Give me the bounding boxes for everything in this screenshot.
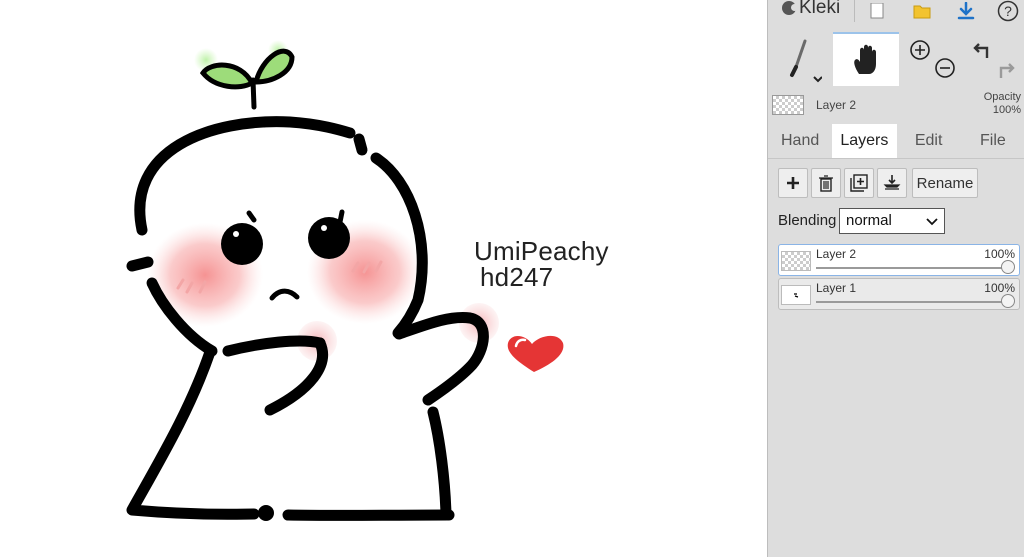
layer-opacity-slider-handle[interactable] <box>1001 294 1015 308</box>
layer-name: Layer 1 <box>816 281 857 295</box>
opacity-value: 100% <box>992 104 1021 116</box>
delete-layer-button[interactable] <box>811 168 841 198</box>
tool-row <box>768 32 1024 86</box>
drawn-text-line-2: hd247 <box>480 262 554 292</box>
merge-down-icon <box>883 175 901 190</box>
current-layer-name: Layer 2 <box>816 98 857 112</box>
zoom-out-icon <box>935 58 955 78</box>
layer-thumbnail <box>781 251 811 271</box>
layer-opacity-slider[interactable] <box>816 267 1009 269</box>
chevron-down-icon <box>926 213 938 237</box>
help-glyph: ? <box>1004 3 1012 19</box>
app-name: Kleki <box>799 0 841 18</box>
app-logo[interactable]: Kleki <box>782 0 840 19</box>
help-icon[interactable]: ? <box>994 0 1022 22</box>
layers-panel: Rename Blending normal Layer 2 100% Laye… <box>768 158 1024 557</box>
brush-tool[interactable] <box>768 32 832 86</box>
new-document-icon[interactable] <box>864 0 890 22</box>
tab-layers[interactable]: Layers <box>832 124 897 158</box>
undo-icon <box>973 43 989 58</box>
kleki-app: UmiPeachy hd247 Kleki ? Layer 2 Opacity … <box>0 0 1024 557</box>
blending-mode-value: normal <box>846 212 892 229</box>
tab-hand[interactable]: Hand <box>768 124 832 158</box>
heart <box>507 335 564 372</box>
drawing-artwork <box>126 40 564 521</box>
download-icon[interactable] <box>952 0 980 22</box>
layer-name: Layer 2 <box>816 247 857 261</box>
duplicate-icon <box>850 174 868 192</box>
divider <box>854 0 855 22</box>
layer-opacity: 100% <box>984 281 1015 295</box>
hand-icon <box>854 44 876 74</box>
layer-item-layer-1[interactable]: Layer 1 100% <box>778 278 1020 310</box>
duplicate-layer-button[interactable] <box>844 168 874 198</box>
layer-thumbnail <box>781 285 811 305</box>
open-folder-icon[interactable] <box>908 0 936 22</box>
current-layer-preview: Layer 2 Opacity 100% <box>768 88 1024 122</box>
opacity-label: Opacity <box>983 91 1021 103</box>
kleki-logo-icon <box>782 1 798 15</box>
layer-opacity: 100% <box>984 247 1015 261</box>
trash-icon <box>819 174 833 192</box>
layer-opacity-slider-handle[interactable] <box>1001 260 1015 274</box>
history-controls <box>961 32 1024 86</box>
redo-icon <box>999 63 1015 78</box>
layer-opacity-slider[interactable] <box>816 301 1009 303</box>
plus-icon <box>787 177 799 189</box>
zoom-in-icon <box>910 40 930 60</box>
blending-mode-select[interactable]: normal <box>839 208 945 234</box>
rename-layer-button[interactable]: Rename <box>912 168 978 198</box>
brush-icon <box>790 39 822 83</box>
drawing-canvas[interactable]: UmiPeachy hd247 <box>0 0 767 557</box>
hand-tool[interactable] <box>833 32 899 86</box>
tab-edit[interactable]: Edit <box>897 124 961 158</box>
tab-bar: Hand Layers Edit File <box>768 124 1024 158</box>
zoom-controls <box>900 32 960 86</box>
blending-label: Blending <box>778 212 837 229</box>
current-layer-opacity: Opacity 100% <box>984 91 1021 117</box>
sidebar: Kleki ? Layer 2 Opacity 100% Hand Layers… <box>767 0 1024 557</box>
tab-file[interactable]: File <box>961 124 1024 158</box>
merge-layer-button[interactable] <box>877 168 907 198</box>
drawn-text-line-1: UmiPeachy <box>474 236 609 266</box>
top-bar: Kleki ? <box>768 0 1024 22</box>
layer-item-layer-2[interactable]: Layer 2 100% <box>778 244 1020 276</box>
add-layer-button[interactable] <box>778 168 808 198</box>
current-layer-thumbnail <box>772 95 804 115</box>
